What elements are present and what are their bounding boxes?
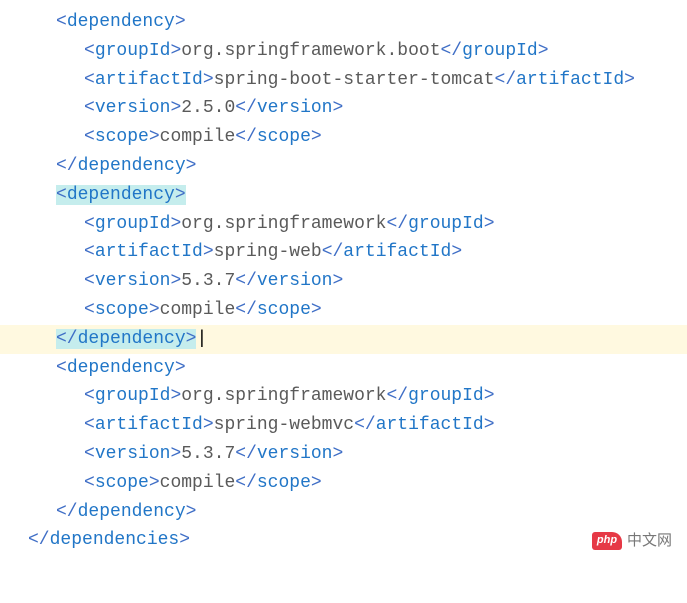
version-line: <version>5.3.7</version> — [0, 267, 687, 296]
tag-name: scope — [257, 473, 311, 493]
groupid-value: org.springframework.boot — [181, 41, 440, 61]
tag-name: version — [257, 98, 333, 118]
tag-name: version — [95, 444, 171, 464]
tag-name: dependency — [67, 358, 175, 378]
tag-name: scope — [257, 127, 311, 147]
artifactid-value: spring-web — [214, 242, 322, 262]
artifactid-line: <artifactId>spring-webmvc</artifactId> — [0, 411, 687, 440]
php-logo-icon: php — [592, 532, 622, 550]
scope-line: <scope>compile</scope> — [0, 469, 687, 498]
dependency-close-tag: </dependency> — [0, 498, 687, 527]
version-value: 5.3.7 — [181, 444, 235, 464]
tag-name: groupId — [462, 41, 538, 61]
tag-name: groupId — [408, 214, 484, 234]
tag-name: dependencies — [50, 530, 180, 550]
dependency-close-tag: </dependency> — [0, 152, 687, 181]
dependencies-close-tag: </dependencies> — [0, 526, 687, 555]
scope-value: compile — [160, 300, 236, 320]
tag-name: version — [257, 444, 333, 464]
tag-name: artifactId — [95, 415, 203, 435]
xml-code-block: <dependency> <groupId>org.springframewor… — [0, 8, 687, 555]
tag-name: artifactId — [95, 242, 203, 262]
scope-value: compile — [160, 473, 236, 493]
groupid-line: <groupId>org.springframework</groupId> — [0, 210, 687, 239]
cursor-icon: | — [196, 329, 207, 349]
artifactid-value: spring-boot-starter-tomcat — [214, 70, 495, 90]
tag-name: dependency — [78, 329, 186, 349]
tag-name: scope — [95, 127, 149, 147]
version-line: <version>2.5.0</version> — [0, 94, 687, 123]
version-value: 2.5.0 — [181, 98, 235, 118]
tag-name: dependency — [78, 502, 186, 522]
tag-name: scope — [95, 300, 149, 320]
tag-name: artifactId — [516, 70, 624, 90]
dependency-open-tag: <dependency> — [0, 8, 687, 37]
dependency-close-tag-highlighted: </dependency>| — [0, 325, 687, 354]
artifactid-value: spring-webmvc — [214, 415, 354, 435]
tag-name: artifactId — [343, 242, 451, 262]
tag-name: version — [257, 271, 333, 291]
tag-name: version — [95, 98, 171, 118]
scope-value: compile — [160, 127, 236, 147]
dependency-open-tag: <dependency> — [0, 354, 687, 383]
version-line: <version>5.3.7</version> — [0, 440, 687, 469]
watermark: php 中文网 — [592, 529, 672, 553]
tag-name: dependency — [78, 156, 186, 176]
dependency-open-tag-highlighted: <dependency> — [0, 181, 687, 210]
artifactid-line: <artifactId>spring-boot-starter-tomcat</… — [0, 66, 687, 95]
tag-name: scope — [95, 473, 149, 493]
tag-name: version — [95, 271, 171, 291]
scope-line: <scope>compile</scope> — [0, 296, 687, 325]
tag-name: artifactId — [95, 70, 203, 90]
groupid-line: <groupId>org.springframework.boot</group… — [0, 37, 687, 66]
tag-name: scope — [257, 300, 311, 320]
tag-name: dependency — [67, 185, 175, 205]
tag-name: groupId — [95, 386, 171, 406]
tag-name: artifactId — [376, 415, 484, 435]
watermark-text: 中文网 — [627, 529, 672, 553]
tag-name: groupId — [95, 41, 171, 61]
scope-line: <scope>compile</scope> — [0, 123, 687, 152]
groupid-value: org.springframework — [181, 214, 386, 234]
tag-name: dependency — [67, 12, 175, 32]
groupid-value: org.springframework — [181, 386, 386, 406]
tag-name: groupId — [95, 214, 171, 234]
artifactid-line: <artifactId>spring-web</artifactId> — [0, 238, 687, 267]
tag-name: groupId — [408, 386, 484, 406]
version-value: 5.3.7 — [181, 271, 235, 291]
groupid-line: <groupId>org.springframework</groupId> — [0, 382, 687, 411]
